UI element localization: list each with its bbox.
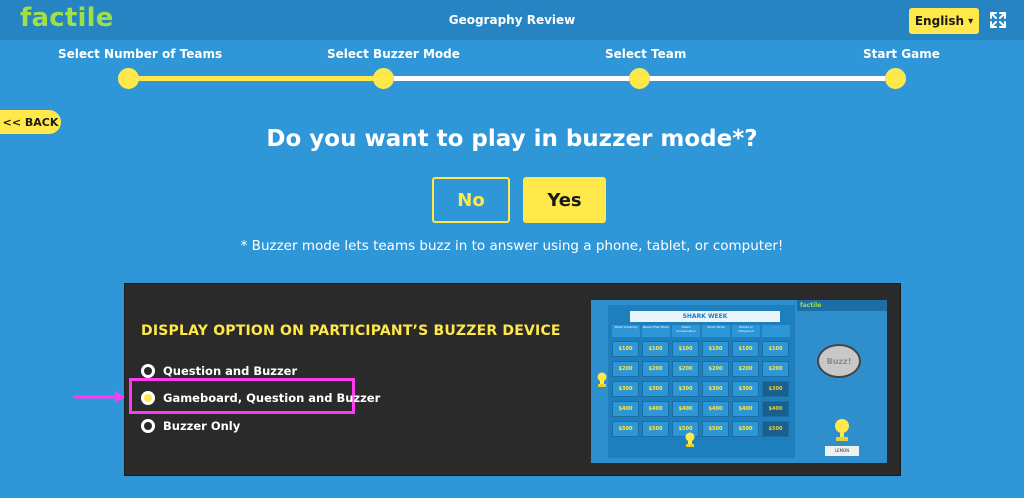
chevron-down-icon: ▾ xyxy=(968,15,974,27)
preview-category: Shark Facts xyxy=(702,325,730,337)
trophy-icon xyxy=(835,419,849,441)
preview-buzzer-panel: factile Buzz! LEMON xyxy=(797,300,887,463)
preview-category: Shark Anatomy xyxy=(612,325,640,337)
preview-category: Sharks in Hollywood xyxy=(732,325,760,337)
preview-cell: $400 xyxy=(732,401,759,417)
step-dot-3 xyxy=(629,68,650,89)
preview-cell: $100 xyxy=(702,341,729,357)
radio-button-selected[interactable] xyxy=(141,391,155,405)
yes-button[interactable]: Yes xyxy=(523,177,606,223)
preview-cell: $500 xyxy=(612,421,639,437)
buzzer-mode-note: * Buzzer mode lets teams buzz in to answ… xyxy=(240,238,784,254)
preview-cell: $200 xyxy=(702,361,729,377)
option-buzzer-only[interactable]: Buzzer Only xyxy=(141,417,240,435)
step-label-team: Select Team xyxy=(605,47,687,61)
preview-cell: $300 xyxy=(642,381,669,397)
top-bar: factile Geography Review English ▾ xyxy=(0,0,1024,40)
preview-cell: $500 xyxy=(762,421,789,437)
preview-team-label: LEMON xyxy=(825,446,859,456)
buzzer-mode-question: Do you want to play in buzzer mode*? xyxy=(266,126,758,152)
preview-cell: $100 xyxy=(642,341,669,357)
preview-cell: $200 xyxy=(642,361,669,377)
preview-cell: $300 xyxy=(672,381,699,397)
preview-cell: $300 xyxy=(702,381,729,397)
step-dot-1 xyxy=(118,68,139,89)
step-label-teams: Select Number of Teams xyxy=(58,47,223,61)
preview-cell: $300 xyxy=(732,381,759,397)
page-title: Geography Review xyxy=(448,13,576,27)
radio-button[interactable] xyxy=(141,419,155,433)
arrow-right-icon xyxy=(73,391,125,403)
preview-cell: $400 xyxy=(702,401,729,417)
language-label: English xyxy=(914,14,965,28)
preview-gameboard: SHARK WEEK Shark Anatomy Name That Shark S… xyxy=(608,305,795,458)
preview-cell: $100 xyxy=(732,341,759,357)
step-label-buzzer-mode: Select Buzzer Mode xyxy=(327,47,460,61)
preview-cell: $100 xyxy=(762,341,789,357)
step-dot-4 xyxy=(885,68,906,89)
radio-button[interactable] xyxy=(141,364,155,378)
preview-cell: $200 xyxy=(672,361,699,377)
preview-cell: $400 xyxy=(612,401,639,417)
preview-cell: $100 xyxy=(672,341,699,357)
option-gameboard-question-and-buzzer[interactable]: Gameboard, Question and Buzzer xyxy=(141,389,380,407)
preview-cell: $200 xyxy=(762,361,789,377)
preview-cell: $200 xyxy=(732,361,759,377)
preview-cell: $500 xyxy=(642,421,669,437)
preview-buzz-button: Buzz! xyxy=(817,344,861,378)
preview-category: Shark Conservation xyxy=(672,325,700,337)
preview-cell: $100 xyxy=(612,341,639,357)
progress-fill xyxy=(128,76,384,81)
option-label: Question and Buzzer xyxy=(163,364,298,378)
display-option-panel: DISPLAY OPTION ON PARTICIPANT’S BUZZER D… xyxy=(73,283,901,476)
preview-cell: $500 xyxy=(732,421,759,437)
preview-cell: $400 xyxy=(762,401,789,417)
trophy-icon xyxy=(597,372,607,387)
preview-category: Name That Shark xyxy=(642,325,670,337)
preview-board-title: SHARK WEEK xyxy=(630,311,780,322)
preview-category: ... xyxy=(762,325,790,337)
language-select[interactable]: English ▾ xyxy=(909,8,979,34)
trophy-icon xyxy=(685,432,695,447)
preview-cell: $200 xyxy=(612,361,639,377)
option-label: Buzzer Only xyxy=(163,419,241,433)
buzzer-device-preview: SHARK WEEK Shark Anatomy Name That Shark S… xyxy=(591,300,887,463)
option-label: Gameboard, Question and Buzzer xyxy=(163,391,381,405)
display-option-heading: DISPLAY OPTION ON PARTICIPANT’S BUZZER D… xyxy=(141,323,561,339)
preview-cell: $500 xyxy=(702,421,729,437)
preview-cell: $300 xyxy=(762,381,789,397)
step-label-start: Start Game xyxy=(863,47,940,61)
preview-cell: $300 xyxy=(612,381,639,397)
expand-icon[interactable] xyxy=(990,12,1006,28)
preview-cell: $400 xyxy=(672,401,699,417)
preview-cell: $400 xyxy=(642,401,669,417)
step-dot-2 xyxy=(373,68,394,89)
no-button[interactable]: No xyxy=(432,177,510,223)
preview-logo: factile xyxy=(797,300,887,311)
